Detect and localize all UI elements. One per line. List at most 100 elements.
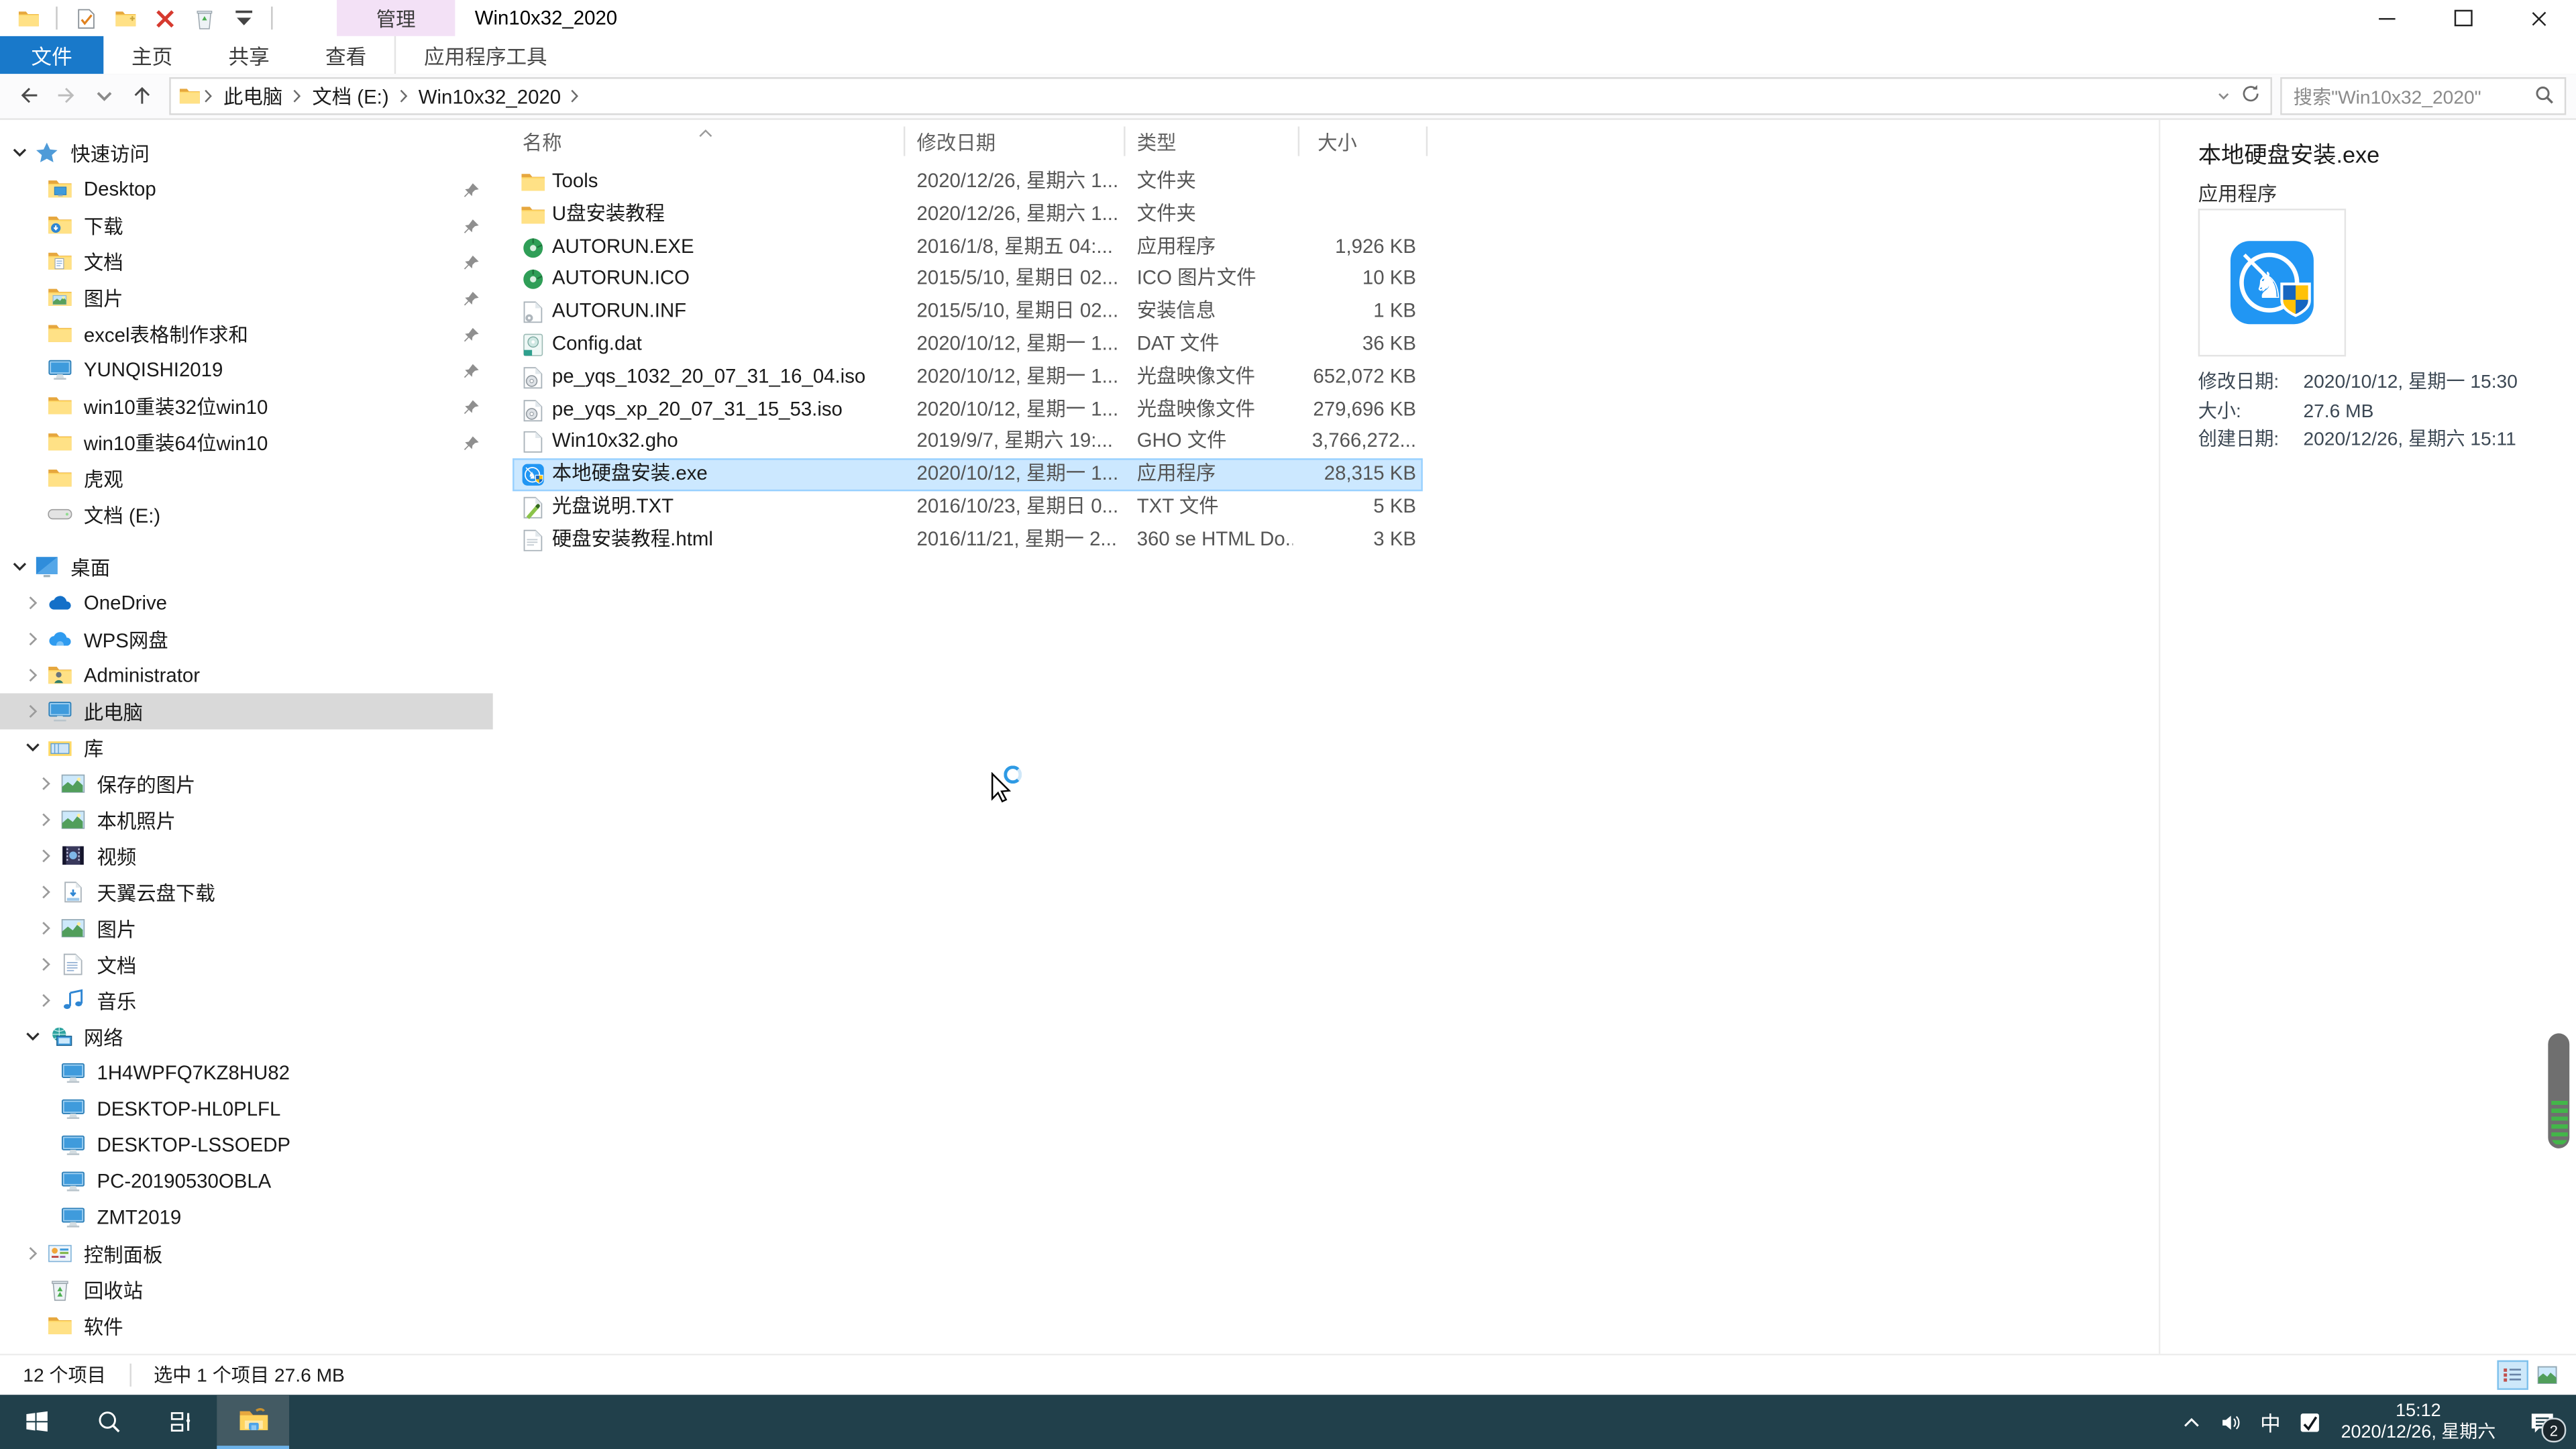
qat-new-folder-button[interactable] — [110, 3, 140, 33]
details-view-button[interactable] — [2497, 1360, 2528, 1390]
file-row[interactable]: 硬盘安装教程.html 2016/11/21, 星期一 2... 360 se HT… — [493, 524, 2161, 556]
pin-icon[interactable] — [464, 217, 480, 233]
sidebar-item[interactable]: Desktop — [0, 171, 493, 207]
address-bar[interactable]: 此电脑 文档 (E:) Win10x32_2020 — [169, 77, 2272, 115]
file-row[interactable]: AUTORUN.INF 2015/5/10, 星期日 02... 安装信息 1 KB — [493, 296, 2161, 328]
sidebar-item[interactable]: WPS网盘 — [0, 621, 493, 657]
sidebar-item[interactable]: 文档 — [0, 243, 493, 279]
pin-icon[interactable] — [464, 434, 480, 451]
file-row[interactable]: Tools 2020/12/26, 星期六 1... 文件夹 — [493, 166, 2161, 198]
pin-icon[interactable] — [464, 253, 480, 270]
breadcrumb-segment[interactable]: 此电脑 — [217, 79, 289, 113]
pin-icon[interactable] — [464, 398, 480, 415]
sidebar-item[interactable]: win10重装64位win10 — [0, 424, 493, 460]
file-row[interactable]: U盘安装教程 2020/12/26, 星期六 1... 文件夹 — [493, 199, 2161, 231]
task-view-button[interactable] — [145, 1395, 217, 1449]
thumbnail-view-button[interactable] — [2532, 1360, 2563, 1390]
start-button[interactable] — [0, 1395, 72, 1449]
refresh-button[interactable] — [2241, 84, 2260, 109]
sidebar-item[interactable]: YUNQISHI2019 — [0, 352, 493, 388]
sidebar-item[interactable]: 1H4WPFQ7KZ8HU82 — [0, 1055, 493, 1091]
sidebar-item[interactable]: 天翼云盘下载 — [0, 874, 493, 910]
taskbar-clock[interactable]: 15:12 2020/12/26, 星期六 — [2330, 1401, 2507, 1442]
sidebar-item[interactable]: 此电脑 — [0, 693, 493, 730]
back-button[interactable] — [10, 78, 46, 114]
sidebar-item[interactable]: 保存的图片 — [0, 765, 493, 802]
sidebar-item[interactable]: ZMT2019 — [0, 1199, 493, 1236]
pin-icon[interactable] — [464, 325, 480, 342]
qat-recycle-small-button[interactable] — [189, 3, 219, 33]
file-row[interactable]: Config.dat 2020/10/12, 星期一 1... DAT 文件 36 K… — [493, 329, 2161, 361]
file-row[interactable]: Win10x32.gho 2019/9/7, 星期六 19:... GHO 文件 3,… — [493, 426, 2161, 458]
pin-icon[interactable] — [464, 289, 480, 306]
recent-locations-dropdown[interactable] — [85, 78, 121, 114]
ribbon-tab-主页[interactable]: 主页 — [103, 36, 201, 74]
qat-qat-dropdown-button[interactable] — [228, 3, 258, 33]
file-row[interactable]: AUTORUN.EXE 2016/1/8, 星期五 04:... 应用程序 1,926… — [493, 231, 2161, 263]
sidebar-item[interactable]: 库 — [0, 729, 493, 765]
sidebar-item[interactable]: 下载 — [0, 207, 493, 244]
file-row[interactable]: 光盘说明.TXT 2016/10/23, 星期日 0... TXT 文件 5 KB — [493, 491, 2161, 523]
column-header-1[interactable]: 修改日期 — [917, 128, 996, 156]
sidebar-item[interactable]: 回收站 — [0, 1272, 493, 1308]
action-center-button[interactable]: 2 — [2507, 1395, 2576, 1449]
file-type: GHO 文件 — [1136, 429, 1227, 453]
forward-button[interactable] — [48, 78, 84, 114]
manage-context-tab[interactable]: 管理 — [337, 0, 455, 36]
sidebar-item[interactable]: 视频 — [0, 838, 493, 874]
ribbon-tab-共享[interactable]: 共享 — [201, 36, 298, 74]
sidebar-item[interactable]: DESKTOP-LSSOEDP — [0, 1127, 493, 1163]
qat-properties-check-button[interactable] — [70, 3, 100, 33]
sidebar-item[interactable]: 控制面板 — [0, 1236, 493, 1272]
sidebar-item[interactable]: 桌面 — [0, 549, 493, 585]
search-icon[interactable] — [2535, 85, 2555, 110]
qat-folder-small-button[interactable] — [13, 3, 43, 33]
tray-app-icon[interactable] — [2290, 1395, 2330, 1449]
pin-icon[interactable] — [464, 362, 480, 378]
sidebar-item[interactable]: 网络 — [0, 1018, 493, 1055]
column-header-2[interactable]: 类型 — [1137, 128, 1177, 156]
sidebar-item[interactable]: 快速访问 — [0, 135, 493, 171]
sidebar-item[interactable]: 本机照片 — [0, 802, 493, 838]
column-header-0[interactable]: 名称 — [523, 128, 562, 156]
sidebar-item[interactable]: Administrator — [0, 657, 493, 694]
sidebar-item[interactable]: DESKTOP-HL0PLFL — [0, 1091, 493, 1127]
sidebar-item[interactable]: PC-20190530OBLA — [0, 1163, 493, 1199]
volume-button[interactable] — [2211, 1395, 2251, 1449]
file-row[interactable]: pe_yqs_1032_20_07_31_16_04.iso 2020/10/12… — [493, 361, 2161, 393]
taskbar-search-button[interactable] — [72, 1395, 145, 1449]
file-row[interactable]: pe_yqs_xp_20_07_31_15_53.iso 2020/10/12, … — [493, 394, 2161, 426]
sidebar-item[interactable]: 文档 — [0, 947, 493, 983]
file-row[interactable]: AUTORUN.ICO 2015/5/10, 星期日 02... ICO 图片文件 1… — [493, 264, 2161, 296]
sidebar-item[interactable]: 图片 — [0, 910, 493, 947]
maximize-button[interactable] — [2425, 0, 2501, 36]
taskbar-file-explorer-button[interactable] — [217, 1395, 290, 1449]
breadcrumb-segment[interactable]: Win10x32_2020 — [412, 79, 568, 113]
sidebar-item[interactable]: 文档 (E:) — [0, 496, 493, 533]
tray-expand-button[interactable] — [2172, 1395, 2212, 1449]
sidebar-item[interactable]: 虎观 — [0, 460, 493, 496]
search-box[interactable]: 搜索"Win10x32_2020" — [2280, 77, 2567, 115]
minimize-button[interactable] — [2349, 0, 2425, 36]
input-method-indicator[interactable]: 中 — [2251, 1395, 2290, 1449]
ribbon-tab-apptools[interactable]: 应用程序工具 — [394, 36, 575, 74]
up-button[interactable] — [123, 78, 160, 114]
file-row[interactable]: ♞ 本地硬盘安装.exe 2020/10/12, 星期一 1... 应用程序 28,31… — [493, 458, 2161, 492]
file-type: 安装信息 — [1136, 299, 1216, 323]
ribbon-tab-查看[interactable]: 查看 — [297, 36, 394, 74]
sidebar-item[interactable]: 图片 — [0, 279, 493, 315]
sidebar-item[interactable]: OneDrive — [0, 585, 493, 621]
breadcrumb-segment[interactable]: 文档 (E:) — [306, 79, 396, 113]
sidebar-item[interactable]: 音乐 — [0, 982, 493, 1018]
sidebar-item[interactable]: 软件 — [0, 1307, 493, 1344]
column-header-3[interactable]: 大小 — [1318, 128, 1357, 156]
address-dropdown-button[interactable] — [2216, 85, 2231, 107]
pin-icon[interactable] — [464, 180, 480, 197]
sidebar-item[interactable]: excel表格制作求和 — [0, 315, 493, 352]
file-type: 应用程序 — [1136, 234, 1216, 258]
sidebar-item[interactable]: win10重装32位win10 — [0, 388, 493, 424]
ribbon-tab-file[interactable]: 文件 — [0, 36, 104, 74]
qat-delete-x-button[interactable] — [150, 3, 179, 33]
close-button[interactable] — [2500, 0, 2576, 36]
clock-date: 2020/12/26, 星期六 — [2341, 1421, 2496, 1442]
